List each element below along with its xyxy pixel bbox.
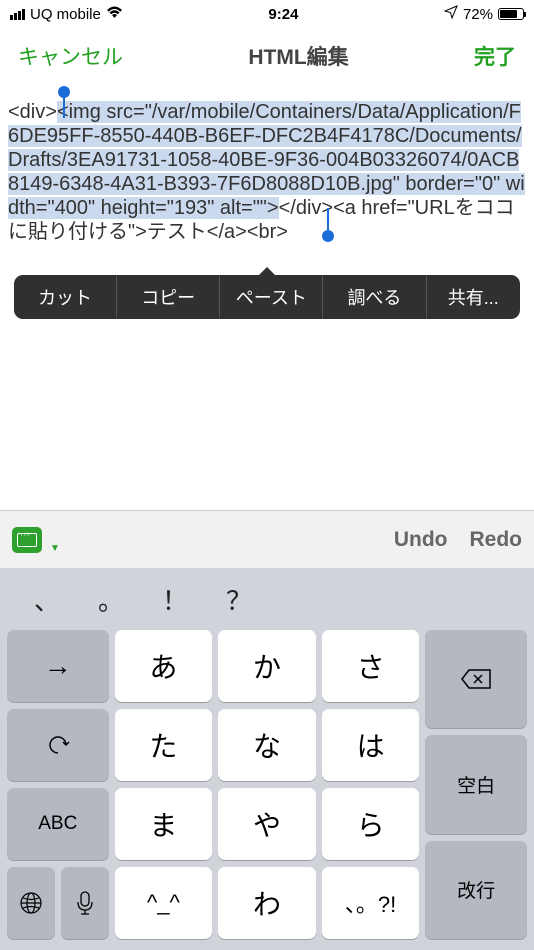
suggestion-row: 、 。 ！ ？ bbox=[4, 572, 530, 626]
carrier-label: UQ mobile bbox=[30, 6, 101, 23]
menu-cut[interactable]: カット bbox=[14, 275, 117, 319]
suggestion[interactable]: ？ bbox=[226, 581, 252, 618]
battery-pct: 72% bbox=[463, 6, 493, 23]
chevron-down-icon: ▼ bbox=[50, 543, 60, 554]
clock: 9:24 bbox=[123, 6, 444, 23]
status-bar: UQ mobile 9:24 72% bbox=[0, 0, 534, 28]
key-sa[interactable]: さ bbox=[322, 630, 420, 702]
key-ma[interactable]: ま bbox=[115, 788, 213, 860]
wifi-icon bbox=[106, 6, 123, 23]
return-key[interactable]: 改行 bbox=[425, 841, 527, 939]
battery-icon bbox=[498, 8, 524, 20]
html-editor[interactable]: <div><img src="/var/mobile/Containers/Da… bbox=[0, 84, 534, 244]
selection-handle-start[interactable] bbox=[58, 86, 70, 98]
menu-lookup[interactable]: 調べる bbox=[323, 275, 426, 319]
done-button[interactable]: 完了 bbox=[474, 41, 516, 71]
nav-bar: キャンセル HTML編集 完了 bbox=[0, 28, 534, 84]
key-ka[interactable]: か bbox=[218, 630, 316, 702]
key-a[interactable]: あ bbox=[115, 630, 213, 702]
selection-handle-end[interactable] bbox=[322, 230, 334, 242]
suggestion[interactable]: ！ bbox=[162, 581, 188, 618]
key-na[interactable]: な bbox=[218, 709, 316, 781]
page-title: HTML編集 bbox=[248, 41, 348, 71]
abc-key[interactable]: ABC bbox=[7, 788, 109, 860]
key-ha[interactable]: は bbox=[322, 709, 420, 781]
key-wa[interactable]: わ bbox=[218, 867, 316, 939]
keyboard-section: ▼ Undo Redo 、 。 ！ ？ → ABC bbox=[0, 510, 534, 950]
keyboard: 、 。 ！ ？ → ABC bbox=[0, 568, 534, 950]
keyboard-toolbar: ▼ Undo Redo bbox=[0, 510, 534, 568]
key-punct[interactable]: 、。?! bbox=[322, 867, 420, 939]
undo-key[interactable] bbox=[7, 709, 109, 781]
key-ra[interactable]: ら bbox=[322, 788, 420, 860]
location-icon bbox=[444, 5, 458, 23]
key-ya[interactable]: や bbox=[218, 788, 316, 860]
mic-key[interactable] bbox=[61, 867, 109, 939]
undo-button[interactable]: Undo bbox=[394, 528, 448, 552]
backspace-key[interactable] bbox=[425, 630, 527, 728]
redo-button[interactable]: Redo bbox=[470, 528, 523, 552]
keyboard-switcher-icon[interactable] bbox=[12, 527, 42, 553]
signal-icon bbox=[10, 9, 25, 20]
globe-key[interactable] bbox=[7, 867, 55, 939]
suggestion[interactable]: 。 bbox=[98, 581, 124, 618]
editor-text-before: <div> bbox=[8, 101, 57, 123]
menu-share[interactable]: 共有... bbox=[427, 275, 521, 319]
menu-paste[interactable]: ペースト bbox=[220, 275, 323, 319]
space-key[interactable]: 空白 bbox=[425, 735, 527, 833]
key-ta[interactable]: た bbox=[115, 709, 213, 781]
key-dakuten[interactable]: ^_^ bbox=[115, 867, 213, 939]
context-menu: カット コピー ペースト 調べる 共有... bbox=[14, 275, 520, 319]
suggestion[interactable]: 、 bbox=[34, 581, 60, 618]
cancel-button[interactable]: キャンセル bbox=[18, 41, 123, 71]
menu-copy[interactable]: コピー bbox=[117, 275, 220, 319]
arrow-key[interactable]: → bbox=[7, 630, 109, 702]
